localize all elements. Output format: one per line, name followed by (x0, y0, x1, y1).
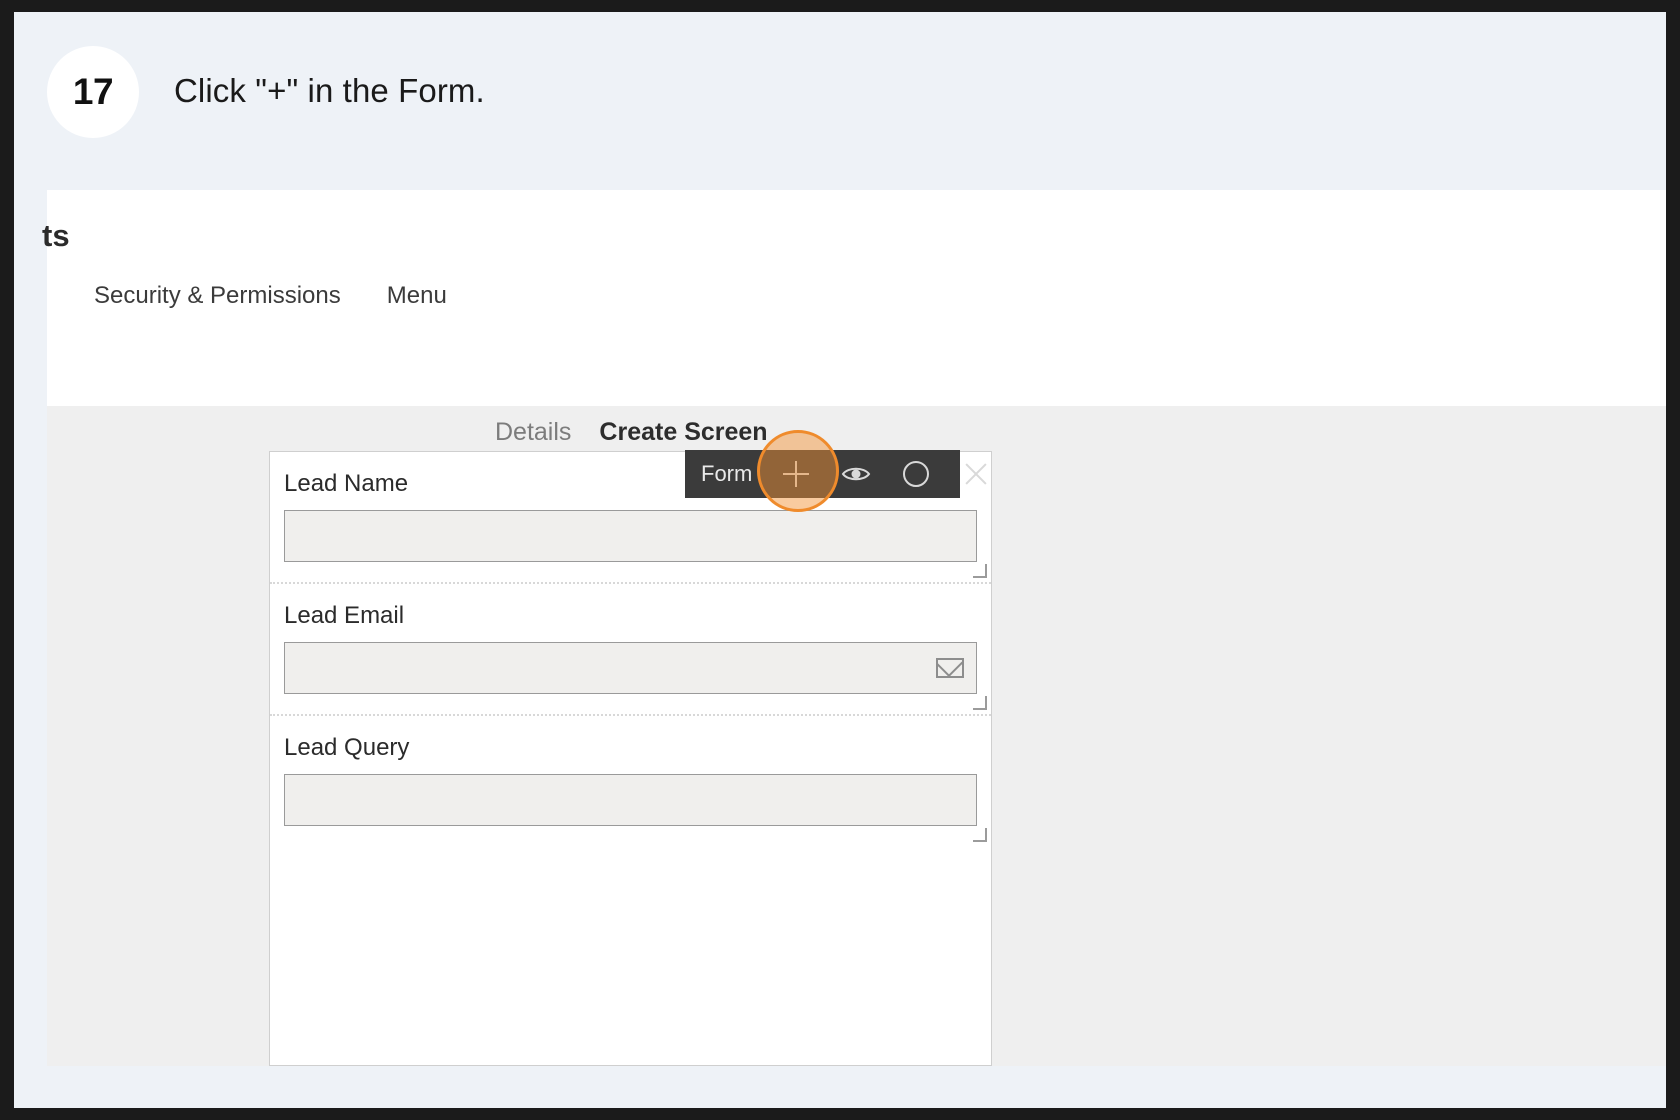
nav-item-menu[interactable]: Menu (387, 282, 447, 310)
step-instruction: Click "+" in the Form. (174, 72, 485, 109)
tab-create-screen[interactable]: Create Screen (599, 418, 767, 447)
envelope-icon (936, 658, 964, 678)
screenshot-frame: 17 Click "+" in the Form. ts Security & … (0, 0, 1680, 1120)
tab-details[interactable]: Details (495, 418, 571, 447)
form-field-lead-email[interactable]: Lead Email (270, 582, 991, 714)
field-label: Lead Query (284, 734, 410, 761)
step-header: 17 Click "+" in the Form. (14, 12, 1666, 190)
form-toolbar: Form (685, 450, 960, 498)
lead-email-input[interactable] (284, 642, 977, 694)
lead-name-input[interactable] (284, 510, 977, 562)
form-field-lead-query[interactable]: Lead Query (270, 714, 991, 846)
form-card[interactable]: Lead Name Lead Email Lead Query (269, 451, 992, 1066)
add-icon[interactable] (780, 458, 812, 490)
tab-row: Details Create Screen (495, 418, 768, 447)
preview-icon[interactable] (840, 458, 872, 490)
screen-canvas: Details Create Screen Lead Name Lead Ema… (47, 406, 1666, 1066)
step-number-badge: 17 (47, 46, 139, 138)
resize-handle-icon[interactable] (973, 828, 987, 842)
nav-item-security-permissions[interactable]: Security & Permissions (94, 282, 341, 310)
resize-handle-icon[interactable] (973, 564, 987, 578)
app-nav: Security & Permissions Menu (94, 282, 447, 310)
page-title: ts (42, 218, 70, 253)
status-icon[interactable] (900, 458, 932, 490)
form-toolbar-title: Form (701, 461, 753, 486)
close-icon[interactable] (960, 458, 992, 490)
step-number: 17 (72, 71, 114, 112)
resize-handle-icon[interactable] (973, 696, 987, 710)
page-background: 17 Click "+" in the Form. ts Security & … (14, 12, 1666, 1108)
app-panel: ts Security & Permissions Menu (42, 190, 1666, 406)
field-label: Lead Email (284, 602, 405, 629)
lead-query-input[interactable] (284, 774, 977, 826)
